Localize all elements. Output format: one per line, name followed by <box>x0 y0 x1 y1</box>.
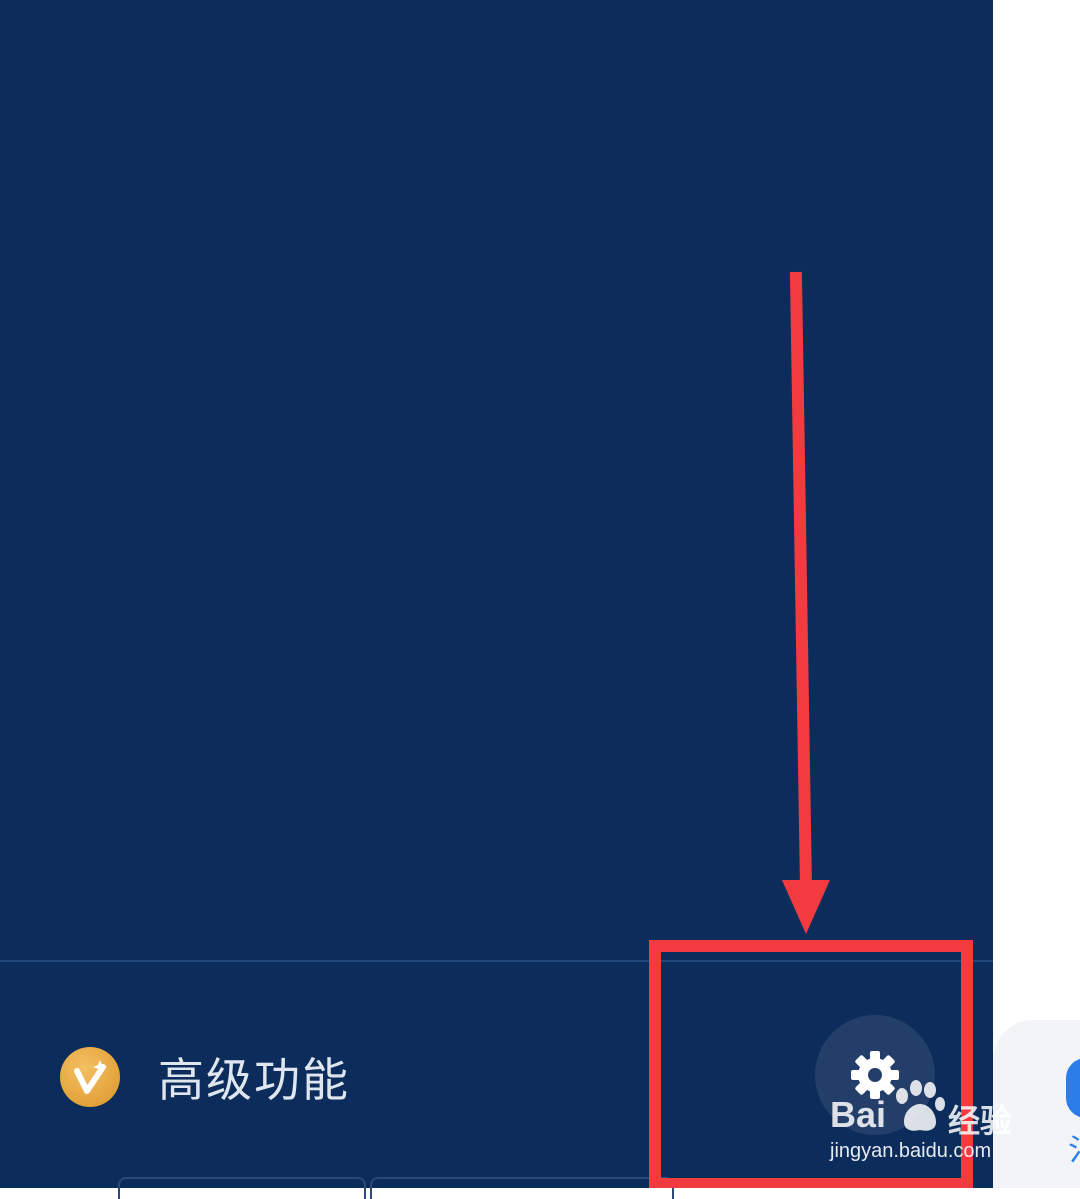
background-partial-text: 氵 <box>1068 1125 1080 1169</box>
bottom-tab-bar <box>118 1177 993 1199</box>
advanced-features-label[interactable]: 高级功能 <box>158 1044 350 1110</box>
vip-badge-icon <box>60 1047 120 1107</box>
settings-button[interactable] <box>815 1015 935 1135</box>
drawer-divider <box>0 960 993 962</box>
navigation-drawer <box>0 0 993 1188</box>
tab-slot[interactable] <box>370 1177 674 1199</box>
tab-slot[interactable] <box>118 1177 366 1199</box>
gear-icon <box>851 1051 899 1099</box>
